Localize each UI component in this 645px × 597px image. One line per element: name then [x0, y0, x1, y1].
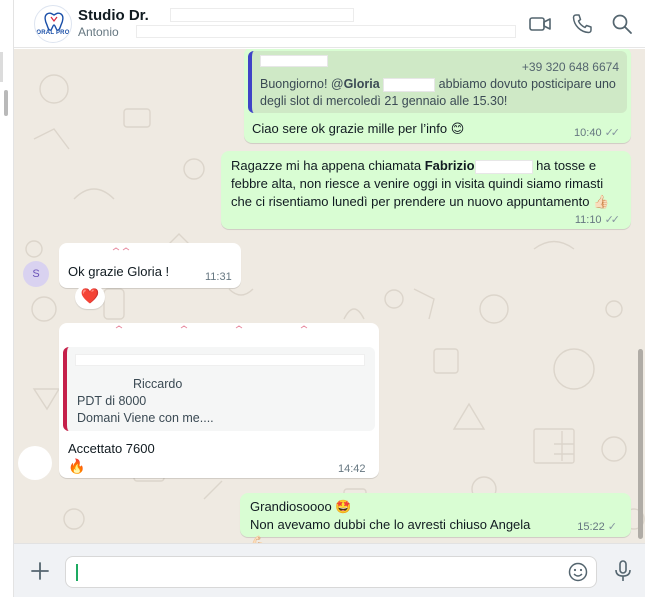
- redacted-quote-author: [75, 354, 365, 366]
- quoted-message[interactable]: +39 320 648 6674 Buongiorno! @Gloria abb…: [248, 51, 627, 113]
- message-timestamp: 15:22 ✓: [577, 518, 617, 536]
- outgoing-message[interactable]: Ragazze mi ha appena chiamata Fabrizio h…: [221, 151, 631, 229]
- message-line-1: Grandiosoooo 🤩: [250, 499, 352, 514]
- message-timestamp: 11:10 ✓✓: [574, 211, 621, 229]
- message-text: Ciao sere ok grazie mille per l’info 😊: [252, 121, 465, 136]
- text-caret: [76, 564, 78, 581]
- quoted-text-part-1: Buongiorno! @: [260, 77, 344, 91]
- quoted-text: Buongiorno! @Gloria abbiamo dovuto posti…: [260, 76, 622, 110]
- message-time: 11:31: [205, 271, 232, 283]
- message-time: 11:10: [574, 214, 602, 226]
- message-text: Accettato 7600: [68, 441, 155, 456]
- outgoing-message[interactable]: Grandiosoooo 🤩 Non avevamo dubbi che lo …: [240, 493, 631, 543]
- search-icon[interactable]: [610, 12, 634, 36]
- message-time: 10:40: [574, 127, 602, 139]
- fire-emoji-icon: 🔥: [68, 458, 86, 474]
- heart-reaction-icon[interactable]: ❤️: [75, 285, 105, 309]
- chat-title: Studio Dr.: [78, 7, 149, 24]
- sender-avatar[interactable]: S: [23, 261, 49, 287]
- quoted-line-3: Domani Viene con me....: [77, 411, 214, 425]
- quoted-phone-number: +39 320 648 6674: [521, 60, 619, 74]
- redacted-sender-name: [115, 325, 308, 329]
- chat-list-scrollbar[interactable]: [4, 90, 8, 116]
- redacted-sender-name: [112, 247, 130, 251]
- microphone-icon[interactable]: [612, 559, 634, 583]
- redacted-mention-surname: [383, 77, 436, 92]
- chat-header[interactable]: ORAL PRO Studio Dr. Antonio: [14, 0, 645, 48]
- outgoing-message-reply[interactable]: +39 320 648 6674 Buongiorno! @Gloria abb…: [244, 49, 631, 143]
- whatsapp-window: ORAL PRO Studio Dr. Antonio +39 320 648 …: [0, 0, 645, 597]
- message-text: Grandiosoooo 🤩 Non avevamo dubbi che lo …: [250, 498, 540, 543]
- incoming-message[interactable]: Ok grazie Gloria ! 11:31: [59, 243, 241, 288]
- message-text: Ok grazie Gloria !: [68, 264, 170, 279]
- message-text: Ragazze mi ha appena chiamata Fabrizio h…: [231, 157, 623, 211]
- message-timestamp: 10:40 ✓✓: [574, 124, 621, 142]
- video-call-icon[interactable]: [528, 12, 552, 36]
- message-bold-name: Fabrizio: [424, 158, 475, 173]
- redacted-subtitle-block: [136, 25, 516, 38]
- message-time: 15:22: [577, 521, 605, 533]
- quoted-line-1: Riccardo: [133, 377, 183, 391]
- read-ticks-icon: ✓✓: [604, 214, 621, 226]
- message-composer: [14, 543, 645, 597]
- read-ticks-icon: ✓✓: [604, 127, 621, 139]
- message-time: 14:42: [338, 463, 366, 475]
- quoted-mention[interactable]: Gloria: [344, 77, 380, 91]
- group-avatar[interactable]: ORAL PRO: [34, 5, 72, 43]
- redacted-title-block: [170, 8, 354, 22]
- sent-tick-icon: ✓: [607, 521, 617, 533]
- message-text-part-1: Ragazze mi ha appena chiamata: [231, 158, 425, 173]
- incoming-message-reply[interactable]: Riccardo PDT di 8000 Domani Viene con me…: [59, 323, 379, 478]
- redacted-quote-author: [260, 55, 328, 67]
- redacted-surname: [474, 159, 533, 174]
- sender-avatar-blank[interactable]: [18, 446, 52, 480]
- chat-messages-area[interactable]: +39 320 648 6674 Buongiorno! @Gloria abb…: [14, 49, 645, 543]
- emoji-icon[interactable]: [567, 561, 589, 583]
- chat-list-edge: [0, 0, 14, 597]
- message-line-2: Non avevamo dubbi che lo avresti chiuso …: [250, 517, 531, 543]
- quoted-line-2: PDT di 8000: [77, 394, 147, 408]
- tooth-logo-icon: [44, 12, 64, 31]
- message-input[interactable]: [65, 556, 597, 588]
- plus-icon[interactable]: [29, 560, 51, 582]
- chat-list-selected-edge: [0, 52, 3, 82]
- phone-icon[interactable]: [570, 12, 594, 36]
- quoted-message[interactable]: Riccardo PDT di 8000 Domani Viene con me…: [63, 347, 375, 431]
- logo-text: ORAL PRO: [36, 30, 70, 36]
- chat-subtitle: Antonio: [78, 25, 119, 39]
- chat-scrollbar[interactable]: [638, 349, 643, 539]
